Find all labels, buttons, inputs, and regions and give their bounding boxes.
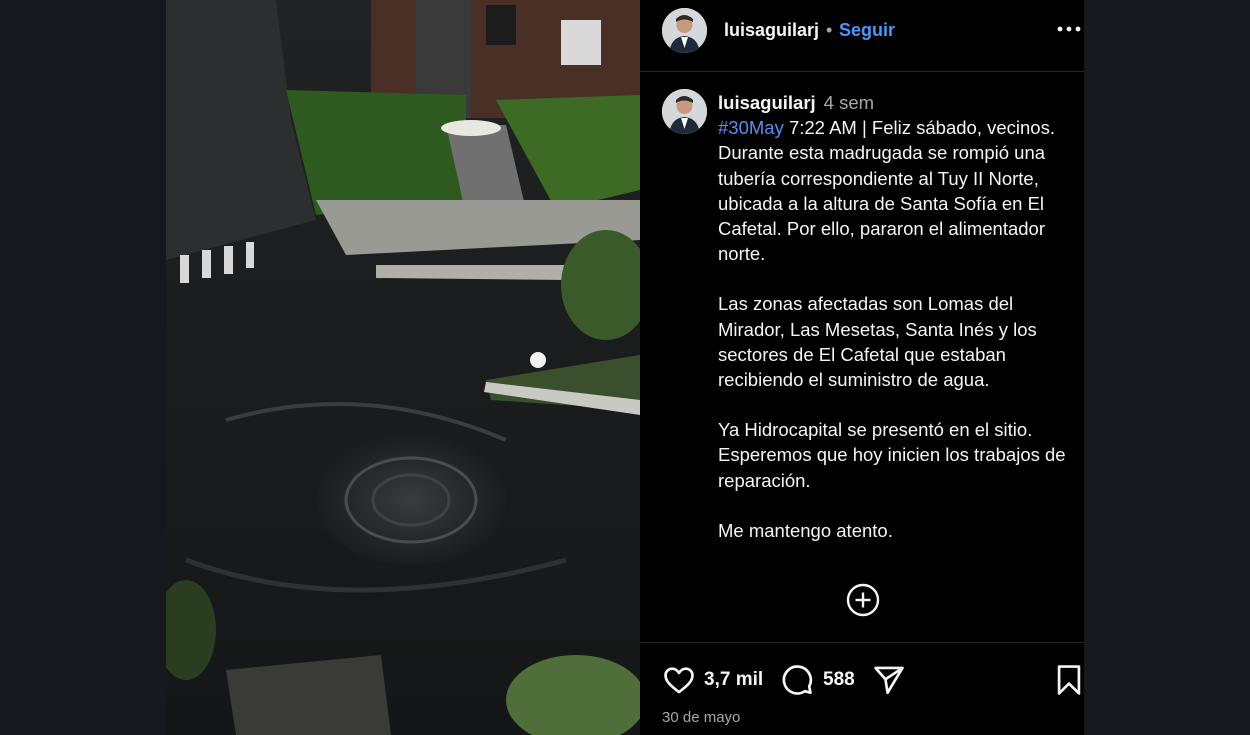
heart-icon[interactable] xyxy=(662,663,696,702)
caption-paragraph-3: Ya Hidrocapital se presentó en el sitio.… xyxy=(718,419,1066,491)
caption-paragraph-4: Me mantengo atento. xyxy=(718,519,893,541)
username-link[interactable]: luisaguilarj xyxy=(724,20,819,41)
more-options-icon[interactable] xyxy=(1054,18,1084,40)
divider xyxy=(640,642,1084,643)
post-date[interactable]: 30 de mayo xyxy=(662,709,740,726)
caption-avatar[interactable] xyxy=(662,89,707,134)
profile-photo xyxy=(662,8,707,53)
separator-dot: • xyxy=(826,20,833,40)
comments-count[interactable]: 588 xyxy=(823,669,855,691)
comment-icon[interactable] xyxy=(780,663,814,702)
send-icon[interactable] xyxy=(872,663,906,702)
caption-username[interactable]: luisaguilarj xyxy=(718,92,816,113)
caption-paragraph-2: Las zonas afectadas son Lomas del Mirado… xyxy=(718,293,1037,391)
avatar[interactable] xyxy=(662,8,707,53)
post-header: luisaguilarj • Seguir xyxy=(640,0,1084,72)
video-frame-illustration xyxy=(166,0,640,735)
likes-count[interactable]: 3,7 mil xyxy=(704,669,763,691)
follow-button[interactable]: Seguir xyxy=(839,20,895,41)
profile-photo xyxy=(662,89,707,134)
post-caption: luisaguilarj 4 sem #30May 7:22 AM | Feliz… xyxy=(718,90,1073,568)
caption-paragraph-1: luisaguilarj 4 sem #30May 7:22 AM | Feliz… xyxy=(718,90,1073,266)
post-detail-panel: luisaguilarj • Seguir luisaguilarj 4 sem … xyxy=(640,0,1084,735)
caption-timestamp[interactable]: 4 sem xyxy=(824,92,874,113)
bookmark-icon[interactable] xyxy=(1052,663,1086,702)
post-video[interactable] xyxy=(166,0,640,735)
plus-circle-icon[interactable] xyxy=(846,583,880,617)
caption-text-1: 7:22 AM | Feliz sábado, vecinos. Durante… xyxy=(718,117,1055,265)
hashtag-link[interactable]: #30May xyxy=(718,117,784,138)
